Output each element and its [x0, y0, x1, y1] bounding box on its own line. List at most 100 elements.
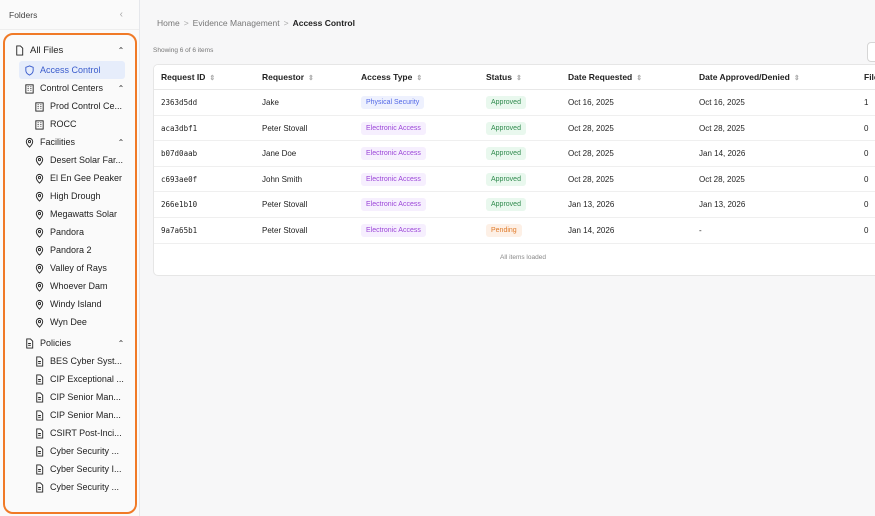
sidebar-item-policy[interactable]: CIP Senior Man... [5, 388, 135, 406]
sidebar-item-facility-label: El En Gee Peaker [50, 173, 123, 183]
column-header-status[interactable]: Status ⇕ [486, 72, 522, 82]
sort-icon[interactable]: ⇕ [516, 75, 522, 82]
folder-facilities[interactable]: Facilities ⌃ [5, 133, 135, 151]
request-id[interactable]: 9a7a65b1 [161, 226, 197, 235]
map-pin-icon [33, 298, 45, 310]
sidebar-item-facility-label: Wyn Dee [50, 317, 87, 327]
table-row[interactable]: aca3dbf1 Peter Stovall Electronic Access Ap… [154, 116, 875, 142]
access-type-badge: Electronic Access [361, 172, 426, 186]
table-row[interactable]: c693ae0f John Smith Electronic Access Appro… [154, 167, 875, 193]
sidebar-item-facility[interactable]: Megawatts Solar [5, 205, 135, 223]
sidebar-item-policy[interactable]: Cyber Security ... [5, 442, 135, 460]
status-badge: Approved [486, 147, 526, 161]
sidebar-item-facility[interactable]: High Drough [5, 187, 135, 205]
policies-label: Policies [40, 338, 72, 348]
column-header-files[interactable]: File [864, 72, 875, 82]
request-id[interactable]: c693ae0f [161, 175, 197, 184]
chevron-up-icon[interactable]: ⌃ [115, 84, 127, 93]
access-control-label: Access Control [40, 65, 101, 75]
date-decided: Oct 28, 2025 [699, 174, 745, 184]
breadcrumb-current: Access Control [292, 18, 355, 28]
sidebar-item-facility[interactable]: Pandora 2 [5, 241, 135, 259]
building-icon [33, 100, 45, 112]
date-decided: Jan 13, 2026 [699, 200, 746, 210]
file-count: 1 [864, 98, 869, 107]
sidebar-item-policy[interactable]: CIP Senior Man... [5, 406, 135, 424]
status-badge: Pending [486, 223, 522, 237]
requestor: Jake [262, 98, 279, 107]
column-header-date-requested[interactable]: Date Requested ⇕ [568, 72, 642, 82]
request-id[interactable]: 266e1b10 [161, 200, 197, 209]
shield-icon [23, 64, 35, 76]
document-icon [23, 337, 35, 349]
all-files-label: All Files [30, 44, 64, 56]
folder-control-centers[interactable]: Control Centers ⌃ [5, 79, 135, 97]
column-header-requestor[interactable]: Requestor ⇕ [262, 72, 314, 82]
sidebar-item-control-center[interactable]: ROCC [5, 115, 135, 133]
column-header-date-decided[interactable]: Date Approved/Denied ⇕ [699, 72, 800, 82]
map-pin-icon [33, 316, 45, 328]
sidebar-item-facility[interactable]: El En Gee Peaker [5, 169, 135, 187]
folder-all-files[interactable]: All Files ⌃ [5, 39, 135, 61]
document-icon [33, 373, 45, 385]
sidebar-item-policy[interactable]: CSIRT Post-Inci... [5, 424, 135, 442]
sort-icon[interactable]: ⇕ [308, 75, 314, 82]
map-pin-icon [33, 190, 45, 202]
request-id[interactable]: b07d0aab [161, 149, 197, 158]
building-icon [33, 118, 45, 130]
table-footer: All items loaded [500, 253, 546, 261]
sidebar-item-facility-label: Valley of Rays [50, 263, 107, 273]
date-requested: Jan 13, 2026 [568, 200, 615, 210]
sort-icon[interactable]: ⇕ [794, 75, 800, 82]
document-icon [33, 409, 45, 421]
sidebar-item-facility[interactable]: Valley of Rays [5, 259, 135, 277]
sidebar-item-facility[interactable]: Pandora [5, 223, 135, 241]
sidebar-item-policy[interactable]: BES Cyber Syst... [5, 352, 135, 370]
access-type-badge: Physical Security [361, 96, 425, 109]
sidebar-item-facility-label: Megawatts Solar [50, 209, 118, 219]
sort-icon[interactable]: ⇕ [416, 75, 422, 82]
sort-icon[interactable]: ⇕ [636, 75, 642, 82]
breadcrumb-evidence-management[interactable]: Evidence Management [193, 18, 280, 28]
file-count: 0 [864, 123, 869, 133]
map-pin-icon [33, 280, 45, 292]
table-row[interactable]: 9a7a65b1 Peter Stovall Electronic Access Pe… [154, 218, 875, 244]
file-count: 0 [864, 200, 869, 210]
sidebar-item-control-center[interactable]: Prod Control Ce... [5, 97, 135, 115]
breadcrumb: Home > Evidence Management > Access Control [157, 18, 355, 28]
date-requested: Jan 14, 2026 [568, 225, 615, 235]
sidebar-item-policy[interactable]: CIP Exceptional ... [5, 370, 135, 388]
sidebar-item-policy-label: Cyber Security ... [50, 482, 120, 492]
table-row[interactable]: 266e1b10 Peter Stovall Electronic Access Ap… [154, 192, 875, 218]
folder-policies[interactable]: Policies ⌃ [5, 334, 135, 352]
chevron-up-icon[interactable]: ⌃ [115, 339, 127, 348]
sidebar-title: Folders [9, 9, 38, 20]
chevron-up-icon[interactable]: ⌃ [115, 46, 127, 55]
chevron-up-icon[interactable]: ⌃ [115, 138, 127, 147]
sidebar-item-facility[interactable]: Whoever Dam [5, 277, 135, 295]
document-icon [33, 463, 45, 475]
date-decided: Oct 28, 2025 [699, 123, 745, 133]
sidebar-item-facility[interactable]: Windy Island [5, 295, 135, 313]
sidebar-item-facility[interactable]: Desert Solar Far... [5, 151, 135, 169]
main-content: Home > Evidence Management > Access Control … [140, 0, 875, 516]
breadcrumb-home[interactable]: Home [157, 18, 180, 28]
table-row[interactable]: 2363d5dd Jake Physical Security Approved Oct… [154, 90, 875, 116]
sidebar-item-policy[interactable]: Cyber Security ... [5, 478, 135, 496]
column-header-access-type[interactable]: Access Type ⇕ [361, 72, 422, 82]
sidebar-item-policy[interactable]: Cyber Security I... [5, 460, 135, 478]
column-header-request-id[interactable]: Request ID ⇕ [161, 72, 215, 82]
sidebar-item-facility[interactable]: Wyn Dee [5, 313, 135, 331]
document-icon [33, 391, 45, 403]
request-id[interactable]: aca3dbf1 [161, 124, 197, 133]
table-options-button[interactable] [867, 42, 875, 62]
collapse-sidebar-icon[interactable]: ‹ [120, 9, 123, 20]
sidebar-item-access-control[interactable]: Access Control [19, 61, 125, 79]
date-requested: Oct 28, 2025 [568, 174, 614, 184]
request-id[interactable]: 2363d5dd [161, 98, 197, 107]
table-row[interactable]: b07d0aab Jane Doe Electronic Access Approve… [154, 141, 875, 167]
sort-icon[interactable]: ⇕ [209, 75, 215, 82]
document-icon [33, 427, 45, 439]
map-pin-icon [33, 262, 45, 274]
document-icon [33, 445, 45, 457]
